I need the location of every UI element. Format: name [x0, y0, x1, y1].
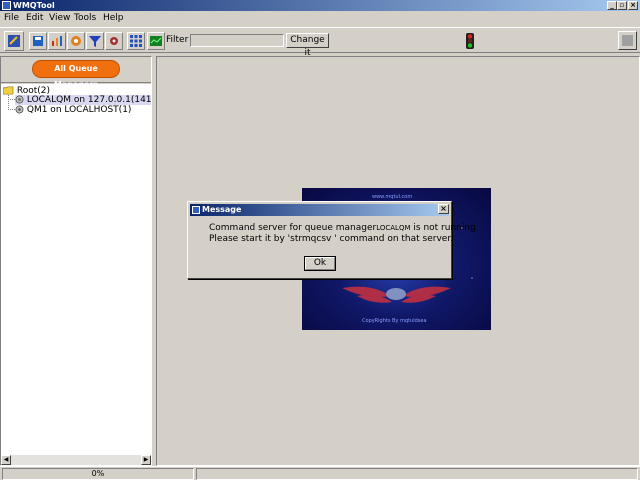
message-dialog: Message × Command server for queue manag…: [187, 201, 479, 279]
tree-item-localqm[interactable]: LOCALQM on 127.0.0.1(1414): [15, 95, 151, 105]
dialog-title-bar: Message: [190, 204, 449, 216]
stop-button[interactable]: [618, 31, 637, 50]
maximize-button[interactable]: ▫: [617, 1, 627, 10]
dialog-message-line1: Command server for queue managerLOCALQM …: [209, 223, 479, 233]
queue-manager-tree: Root(2) LOCALQM on 127.0.0.1(1414) QM1 o…: [1, 84, 151, 456]
message-text: Command server for queue manager: [209, 223, 377, 233]
filter-label: Filter: [166, 35, 189, 45]
tree-guide: [8, 99, 15, 100]
filter-input[interactable]: [190, 34, 284, 47]
queue-manager-name: LOCALQM: [376, 224, 411, 232]
pane-header: All Queue Managers: [1, 57, 151, 89]
dialog-app-icon: [192, 206, 200, 214]
queue-manager-icon: [15, 95, 24, 104]
tree-item-label: LOCALQM on 127.0.0.1(1414): [26, 95, 151, 105]
ok-button-label: Ok: [305, 257, 335, 270]
close-button[interactable]: ×: [628, 1, 638, 10]
chart-icon[interactable]: [48, 32, 66, 50]
tree-guide: [8, 109, 15, 110]
monitor-icon[interactable]: [147, 32, 165, 50]
menu-help[interactable]: Help: [101, 12, 126, 24]
menu-view[interactable]: View: [47, 12, 72, 24]
all-queue-managers-button[interactable]: All Queue Managers: [32, 60, 120, 89]
splash-copyright: CopyRights By mqtuldsea: [362, 318, 427, 324]
dialog-message-line2: Please start it by 'strmqcsv ' command o…: [209, 234, 454, 244]
horizontal-scrollbar[interactable]: ◀ ▶: [1, 455, 151, 465]
status-bar: 0%: [0, 466, 640, 480]
tree-guide: [8, 95, 9, 110]
app-icon: [2, 1, 11, 10]
ok-button[interactable]: Ok: [304, 256, 336, 271]
connect-icon[interactable]: [4, 31, 24, 51]
dialog-title: Message: [202, 205, 242, 214]
minimize-button[interactable]: _: [607, 1, 617, 10]
change-it-button[interactable]: Change it: [286, 33, 329, 58]
queue-manager-pane: All Queue Managers Root(2) LOCALQM on 12…: [0, 56, 152, 466]
window-title: WMQTool: [13, 1, 55, 10]
menu-edit[interactable]: Edit: [24, 12, 45, 24]
queue-manager-icon: [15, 105, 24, 114]
status-message-field: [196, 468, 638, 480]
title-bar: WMQTool _ ▫ ×: [0, 0, 640, 11]
menu-bar: File Edit View Tools Help: [0, 11, 640, 25]
scroll-left-icon[interactable]: ◀: [1, 455, 11, 465]
tree-item-qm1[interactable]: QM1 on LOCALHOST(1): [15, 105, 131, 115]
settings-icon[interactable]: [105, 32, 123, 50]
app-window: WMQTool _ ▫ × File Edit View Tools Help: [0, 0, 640, 480]
grid-icon[interactable]: [127, 32, 145, 50]
traffic-light-icon: [465, 33, 475, 49]
message-text: is not running.: [413, 223, 479, 233]
menu-tools[interactable]: Tools: [72, 12, 98, 24]
scroll-right-icon[interactable]: ▶: [141, 455, 151, 465]
save-icon[interactable]: [29, 32, 47, 50]
progress-field: 0%: [2, 468, 194, 480]
filter-icon[interactable]: [86, 32, 104, 50]
tree-item-label: QM1 on LOCALHOST(1): [26, 105, 132, 115]
refresh-icon[interactable]: [67, 32, 85, 50]
dialog-close-button[interactable]: ×: [438, 204, 449, 214]
menu-file[interactable]: File: [2, 12, 21, 24]
folder-icon: [2, 86, 14, 95]
